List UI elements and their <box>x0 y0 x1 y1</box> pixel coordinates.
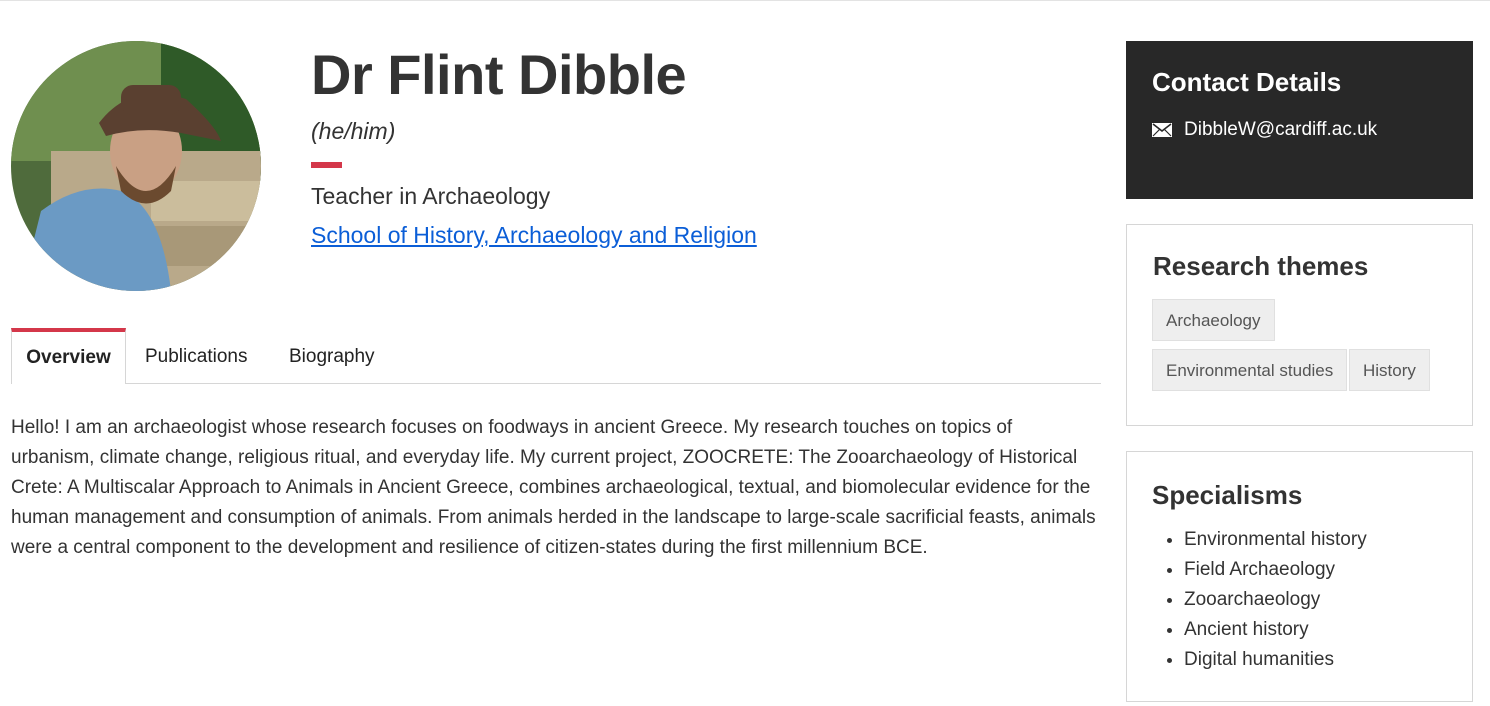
school-link[interactable]: School of History, Archaeology and Relig… <box>311 222 757 249</box>
profile-role: Teacher in Archaeology <box>311 183 551 209</box>
contact-title: Contact Details <box>1152 67 1342 97</box>
tab-overview[interactable]: Overview <box>11 328 126 384</box>
envelope-icon <box>1152 123 1172 137</box>
profile-tabs: Overview Publications Biography <box>11 328 1101 384</box>
accent-divider <box>311 162 342 168</box>
specialisms-panel: Specialisms Environmental history Field … <box>1126 451 1473 702</box>
list-item: Field Archaeology <box>1184 555 1367 585</box>
specialisms-list: Environmental history Field Archaeology … <box>1152 525 1367 675</box>
list-item: Environmental history <box>1184 525 1367 555</box>
specialisms-title: Specialisms <box>1152 480 1303 510</box>
list-item: Ancient history <box>1184 615 1367 645</box>
profile-pronouns: (he/him) <box>311 118 396 144</box>
profile-avatar <box>11 41 261 291</box>
theme-tag[interactable]: Environmental studies <box>1152 349 1348 391</box>
list-item: Zooarchaeology <box>1184 585 1367 615</box>
list-item: Digital humanities <box>1184 645 1367 675</box>
top-divider <box>0 0 1490 1</box>
theme-tag[interactable]: Archaeology <box>1152 299 1275 341</box>
research-themes-title: Research themes <box>1153 251 1369 281</box>
profile-photo-icon <box>11 41 261 291</box>
tab-publications[interactable]: Publications <box>145 328 247 383</box>
contact-email-row[interactable]: DibbleW@cardiff.ac.uk <box>1152 119 1377 141</box>
profile-name: Dr Flint Dibble <box>311 43 687 106</box>
theme-tag[interactable]: History <box>1349 349 1430 391</box>
contact-email[interactable]: DibbleW@cardiff.ac.uk <box>1184 119 1377 141</box>
contact-details-panel: Contact Details DibbleW@cardiff.ac.uk <box>1126 41 1473 199</box>
research-themes-panel: Research themes Archaeology Environmenta… <box>1126 224 1473 426</box>
tab-biography[interactable]: Biography <box>289 328 375 383</box>
overview-text: Hello! I am an archaeologist whose resea… <box>11 417 1096 558</box>
